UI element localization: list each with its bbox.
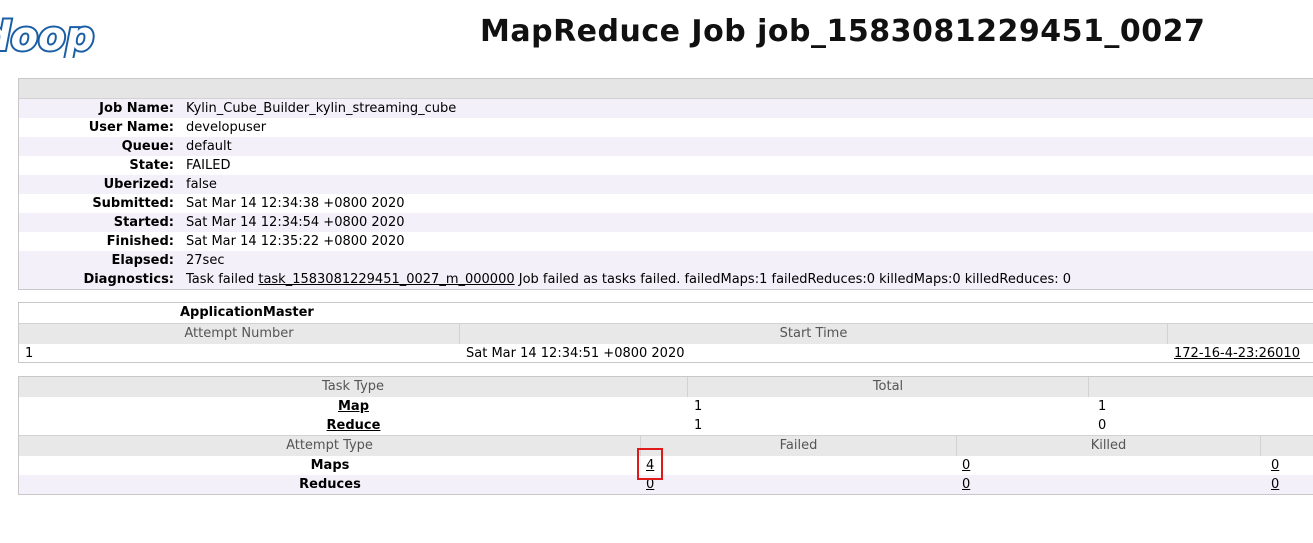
info-label: Job Name: [99, 101, 174, 116]
maps-killed-link[interactable]: 0 [962, 458, 970, 473]
info-row: Elapsed: 27sec [19, 251, 1313, 270]
maps-failed-link[interactable]: 4 [646, 458, 654, 473]
reduces-successful-link[interactable]: 0 [1271, 477, 1279, 492]
task-row-reduce: Reduce 1 0 [19, 416, 1313, 435]
page-title: MapReduce Job job_1583081229451_0027 [480, 14, 1206, 49]
failed-task-link[interactable]: task_1583081229451_0027_m_000000 [258, 272, 514, 287]
attempt-type-reduces: Reduces [299, 477, 361, 492]
col-header-successful[interactable] [1261, 436, 1313, 456]
col-header-complete[interactable] [1089, 377, 1313, 397]
maps-successful-link[interactable]: 0 [1271, 458, 1279, 473]
info-value: 27sec [186, 253, 225, 268]
application-master-table: ApplicationMaster Attempt Number Start T… [18, 302, 1313, 363]
attempt-header-row: Attempt Type Failed Killed [19, 435, 1313, 456]
info-label: Uberized: [103, 177, 174, 192]
task-map-complete: 1 [1098, 399, 1107, 414]
info-value: FAILED [186, 158, 231, 173]
diagnostics-prefix: Task failed [186, 272, 259, 287]
panel-header-band [19, 79, 1313, 99]
col-header-killed[interactable]: Killed [957, 436, 1261, 456]
col-header-attempt-number[interactable]: Attempt Number [19, 324, 460, 344]
am-data-row: 1 Sat Mar 14 12:34:51 +0800 2020 172-16-… [19, 344, 1313, 363]
task-summary-table: Task Type Total Map 1 1 Reduce 1 0 Attem… [18, 376, 1313, 495]
am-header-row: Attempt Number Start Time [19, 323, 1313, 344]
info-label: Finished: [106, 234, 174, 249]
info-row: State: FAILED [19, 156, 1313, 175]
attempt-number: 1 [25, 346, 34, 361]
info-label: Elapsed: [111, 253, 174, 268]
info-value: Kylin_Cube_Builder_kylin_streaming_cube [186, 101, 457, 116]
task-reduce-complete: 0 [1098, 418, 1107, 433]
info-row: Queue: default [19, 137, 1313, 156]
hadoop-logo-icon: doop [0, 12, 96, 58]
job-overview-panel: Job Name: Kylin_Cube_Builder_kylin_stream… [18, 78, 1313, 290]
info-label: User Name: [88, 120, 174, 135]
task-map-total: 1 [694, 399, 703, 414]
info-row-diagnostics: Diagnostics: Task failed task_1583081229… [19, 270, 1313, 289]
attempt-row-reduces: Reduces 0 0 0 [19, 475, 1313, 494]
task-header-row: Task Type Total [19, 377, 1313, 397]
info-label: Diagnostics: [83, 272, 174, 287]
hadoop-logo: doop [0, 12, 98, 58]
info-value: developuser [186, 120, 267, 135]
col-header-failed[interactable]: Failed [641, 436, 957, 456]
info-label: Queue: [121, 139, 174, 154]
info-label: Started: [113, 215, 174, 230]
info-value: Sat Mar 14 12:34:54 +0800 2020 [186, 215, 405, 230]
reduces-failed-link[interactable]: 0 [646, 477, 654, 492]
attempt-start-time: Sat Mar 14 12:34:51 +0800 2020 [466, 346, 685, 361]
info-row: User Name: developuser [19, 118, 1313, 137]
info-row: Submitted: Sat Mar 14 12:34:38 +0800 2020 [19, 194, 1313, 213]
application-master-title: ApplicationMaster [180, 305, 314, 320]
diagnostics-suffix: Job failed as tasks failed. failedMaps:1… [514, 272, 1072, 287]
info-value: default [186, 139, 232, 154]
col-header-node[interactable] [1168, 324, 1313, 344]
task-row-map: Map 1 1 [19, 397, 1313, 416]
attempt-type-maps: Maps [310, 458, 350, 473]
info-row: Finished: Sat Mar 14 12:35:22 +0800 2020 [19, 232, 1313, 251]
info-label: State: [129, 158, 174, 173]
info-row: Uberized: false [19, 175, 1313, 194]
info-value: Sat Mar 14 12:34:38 +0800 2020 [186, 196, 405, 211]
info-row: Job Name: Kylin_Cube_Builder_kylin_stream… [19, 99, 1313, 118]
task-reduce-total: 1 [694, 418, 703, 433]
attempt-row-maps: Maps 4 0 0 [19, 456, 1313, 475]
col-header-total[interactable]: Total [688, 377, 1089, 397]
info-label: Submitted: [92, 196, 174, 211]
task-type-reduce-link[interactable]: Reduce [327, 418, 381, 433]
node-link[interactable]: 172-16-4-23:26010 [1174, 346, 1300, 361]
col-header-attempt-type[interactable]: Attempt Type [19, 436, 641, 456]
col-header-start-time[interactable]: Start Time [460, 324, 1168, 344]
info-value: false [186, 177, 217, 192]
col-header-task-type[interactable]: Task Type [19, 377, 688, 397]
info-row: Started: Sat Mar 14 12:34:54 +0800 2020 [19, 213, 1313, 232]
task-type-map-link[interactable]: Map [338, 399, 369, 414]
info-value-diagnostics: Task failed task_1583081229451_0027_m_00… [186, 270, 1071, 289]
info-value: Sat Mar 14 12:35:22 +0800 2020 [186, 234, 405, 249]
reduces-killed-link[interactable]: 0 [962, 477, 970, 492]
logo-text: doop [0, 14, 94, 58]
